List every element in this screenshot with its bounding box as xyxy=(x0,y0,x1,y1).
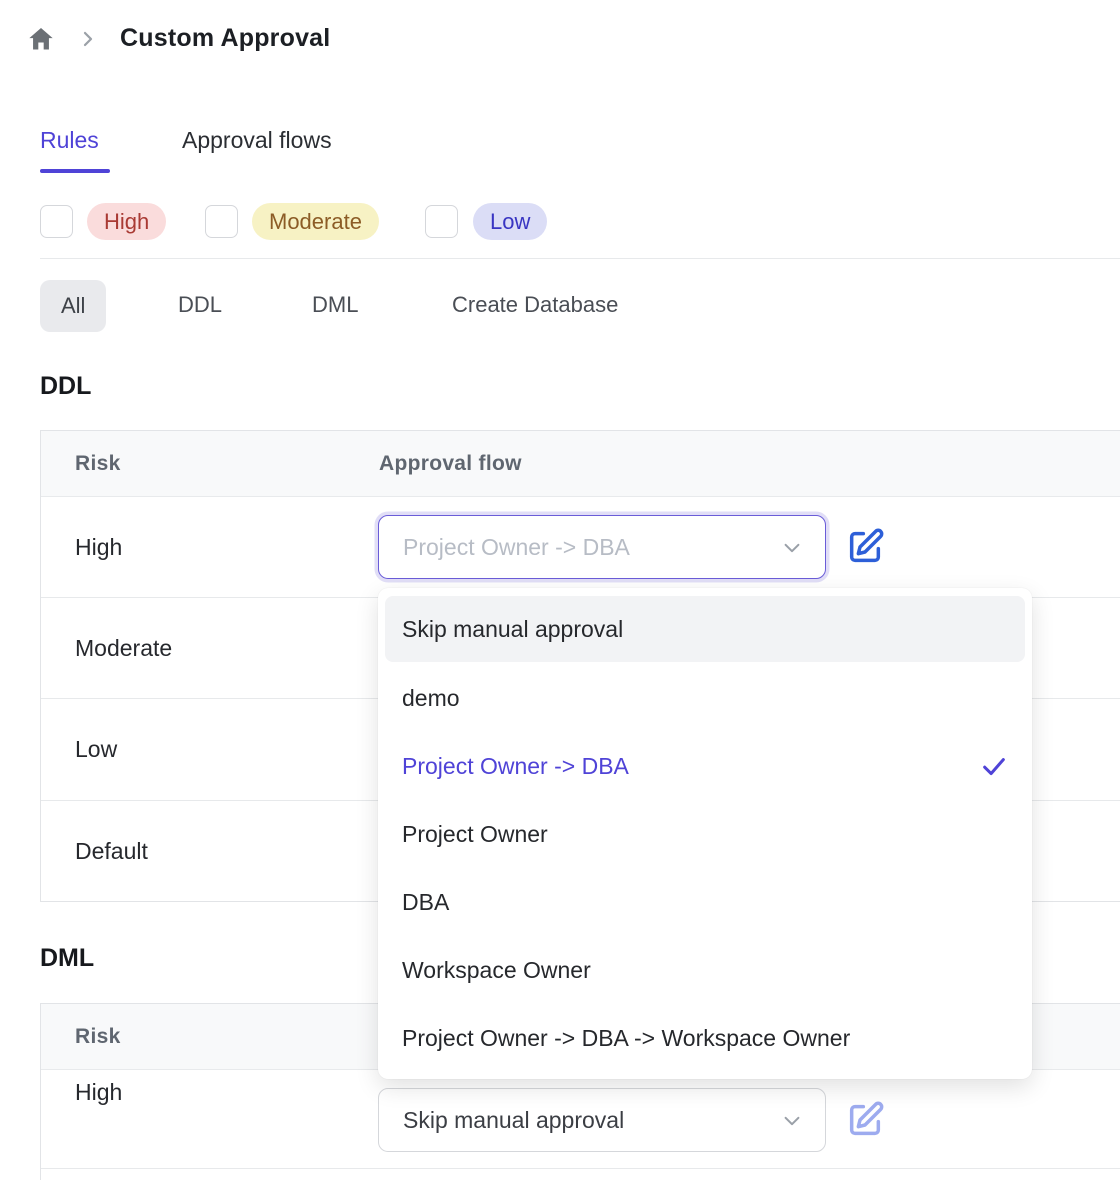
checkbox-low[interactable] xyxy=(425,205,458,238)
breadcrumb-chevron-icon xyxy=(79,30,97,48)
select-value: Skip manual approval xyxy=(379,1107,624,1134)
dropdown-item-label: Project Owner -> DBA xyxy=(402,753,629,780)
custom-approval-page: Custom Approval Rules Approval flows Hig… xyxy=(0,0,1120,1180)
ddl-table-header: Risk Approval flow xyxy=(41,431,1120,497)
column-header-approval-flow: Approval flow xyxy=(379,431,522,497)
approval-flow-select-dml-high[interactable]: Skip manual approval xyxy=(378,1088,826,1152)
approval-flow-dropdown: Skip manual approval demo Project Owner … xyxy=(378,588,1032,1079)
edit-approval-flow-button[interactable] xyxy=(845,1100,885,1140)
category-tab-create-database[interactable]: Create Database xyxy=(452,292,618,318)
category-tab-all[interactable]: All xyxy=(40,280,106,332)
approval-flow-select-ddl-high[interactable]: Project Owner -> DBA xyxy=(378,515,826,579)
badge-low[interactable]: Low xyxy=(473,203,547,240)
risk-cell: Low xyxy=(75,699,117,800)
risk-cell: High xyxy=(75,497,122,597)
badge-high[interactable]: High xyxy=(87,203,166,240)
home-icon[interactable] xyxy=(27,25,55,53)
active-tab-underline xyxy=(40,169,110,173)
dropdown-item-dba[interactable]: DBA xyxy=(378,868,1032,936)
checkbox-moderate[interactable] xyxy=(205,205,238,238)
dropdown-item-project-owner-dba-workspace-owner[interactable]: Project Owner -> DBA -> Workspace Owner xyxy=(378,1004,1032,1072)
dropdown-item-workspace-owner[interactable]: Workspace Owner xyxy=(378,936,1032,1004)
risk-cell: High xyxy=(75,1004,122,1180)
dropdown-item-demo[interactable]: demo xyxy=(378,664,1032,732)
edit-approval-flow-button[interactable] xyxy=(845,527,885,567)
tab-rules[interactable]: Rules xyxy=(40,127,99,154)
category-tab-dml[interactable]: DML xyxy=(312,292,358,318)
chevron-down-icon xyxy=(781,1110,803,1132)
checkbox-high[interactable] xyxy=(40,205,73,238)
section-heading-ddl: DDL xyxy=(40,372,91,401)
risk-cell: Default xyxy=(75,801,148,901)
dropdown-item-project-owner[interactable]: Project Owner xyxy=(378,800,1032,868)
badge-moderate[interactable]: Moderate xyxy=(252,203,379,240)
dropdown-item-project-owner-dba[interactable]: Project Owner -> DBA xyxy=(378,732,1032,800)
edit-icon xyxy=(845,527,885,567)
check-icon xyxy=(980,752,1008,780)
table-row-partial xyxy=(41,1169,1120,1180)
column-header-risk: Risk xyxy=(75,431,121,497)
risk-cell: Moderate xyxy=(75,598,172,698)
page-title: Custom Approval xyxy=(120,24,330,53)
divider xyxy=(40,258,1120,259)
section-heading-dml: DML xyxy=(40,944,94,973)
dropdown-item-skip-manual-approval[interactable]: Skip manual approval xyxy=(385,596,1025,662)
category-tab-ddl[interactable]: DDL xyxy=(178,292,222,318)
chevron-down-icon xyxy=(781,537,803,559)
select-value: Project Owner -> DBA xyxy=(379,534,630,561)
tab-approval-flows[interactable]: Approval flows xyxy=(182,127,332,154)
edit-icon xyxy=(845,1100,885,1140)
